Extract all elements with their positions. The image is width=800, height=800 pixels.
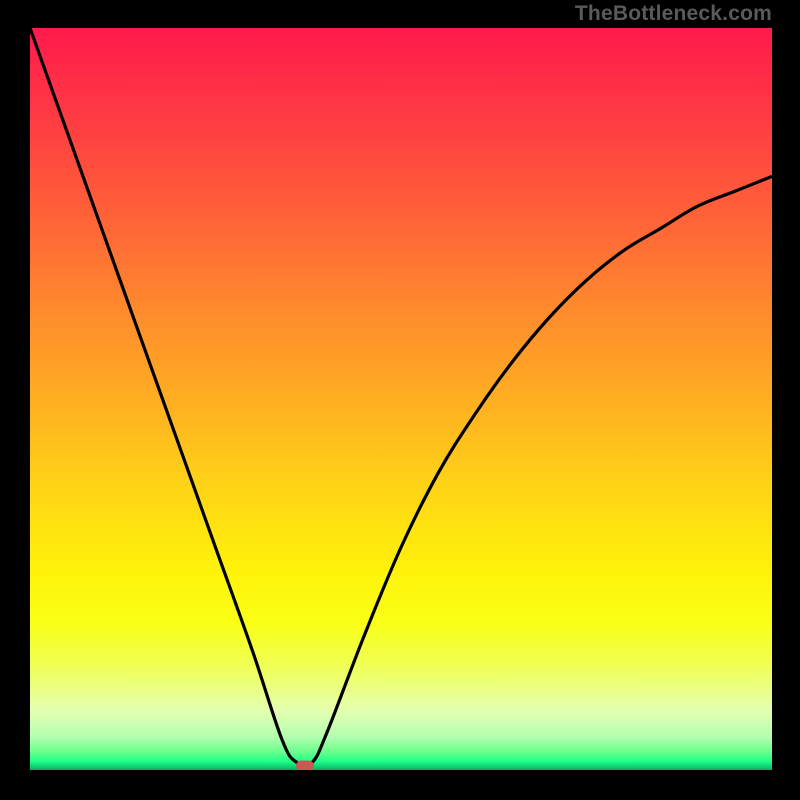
attribution-text: TheBottleneck.com — [575, 2, 772, 26]
bottleneck-curve — [30, 28, 772, 770]
chart-frame: TheBottleneck.com — [0, 0, 800, 800]
minimum-marker — [296, 761, 314, 770]
plot-area — [30, 28, 772, 770]
